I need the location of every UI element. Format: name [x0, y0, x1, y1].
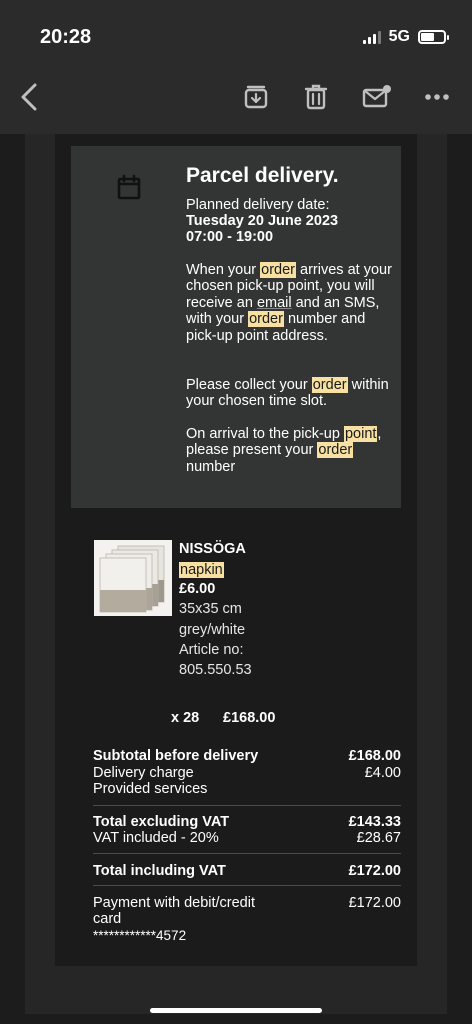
- delivery-title: Parcel delivery.: [186, 164, 339, 187]
- delivery-window: 07:00 - 19:00: [186, 229, 274, 245]
- delivery-charge-label: Delivery charge: [93, 765, 194, 781]
- card-number: ************4572: [93, 928, 187, 943]
- delivery-paragraph-3: On arrival to the pick-up point, please …: [186, 426, 382, 475]
- total-excl-vat-label: Total excluding VAT: [93, 814, 230, 830]
- network-type: 5G: [388, 28, 410, 45]
- battery-icon: [418, 30, 449, 44]
- article-number: 805.550.53: [179, 662, 252, 678]
- divider: [93, 853, 401, 854]
- highlight: napkin: [179, 562, 224, 578]
- product-name[interactable]: NISSÖGA: [179, 541, 246, 557]
- article-label: Article no:: [179, 642, 244, 658]
- line-total: £168.00: [223, 710, 276, 726]
- provided-services-label: Provided services: [93, 781, 208, 797]
- highlight: point: [343, 426, 378, 442]
- product-image[interactable]: [94, 540, 172, 616]
- product-price: £6.00: [179, 581, 216, 597]
- payment-value: £172.00: [348, 895, 401, 911]
- home-indicator[interactable]: [150, 1008, 322, 1013]
- highlight: order: [317, 442, 354, 459]
- payment-label-line1: Payment with debit/credit: [93, 895, 255, 911]
- total-excl-vat-value: £143.33: [348, 814, 401, 830]
- highlight: order: [311, 377, 348, 393]
- product-quantity: x 28: [171, 710, 200, 726]
- status-time: 20:28: [40, 26, 92, 48]
- subtotal-label: Subtotal before delivery: [93, 748, 259, 764]
- delivery-paragraph-2: Please collect your order within your ch…: [186, 377, 389, 410]
- status-indicators: 5G: [362, 28, 449, 46]
- delivery-paragraph-1: When your order arrives at your chosen p…: [186, 262, 392, 344]
- trash-icon[interactable]: [300, 82, 332, 112]
- product-size: 35x35 cm: [179, 601, 242, 617]
- back-icon[interactable]: [14, 82, 44, 112]
- highlight: order: [248, 311, 284, 328]
- more-icon[interactable]: [422, 82, 452, 112]
- divider: [93, 805, 401, 806]
- highlight: order: [260, 262, 297, 278]
- delivery-charge-value: £4.00: [364, 765, 401, 781]
- vat-label: VAT included - 20%: [93, 830, 219, 846]
- planned-label: Planned delivery date:: [186, 197, 330, 213]
- subtotal-value: £168.00: [348, 748, 401, 764]
- mail-unread-icon[interactable]: [360, 82, 394, 112]
- total-incl-vat-value: £172.00: [348, 863, 401, 879]
- signal-icon: [362, 30, 381, 44]
- product-color: grey/white: [179, 622, 246, 638]
- total-incl-vat-label: Total including VAT: [93, 863, 226, 879]
- delivery-date: Tuesday 20 June 2023: [186, 213, 339, 229]
- payment-label-line2: card: [93, 911, 122, 927]
- archive-icon[interactable]: [240, 82, 272, 112]
- divider: [93, 885, 401, 886]
- email-link[interactable]: email: [257, 295, 292, 311]
- vat-value: £28.67: [356, 830, 401, 846]
- top-bar: [0, 0, 472, 134]
- calendar-icon: [116, 174, 142, 205]
- product-type: napkin: [179, 562, 224, 578]
